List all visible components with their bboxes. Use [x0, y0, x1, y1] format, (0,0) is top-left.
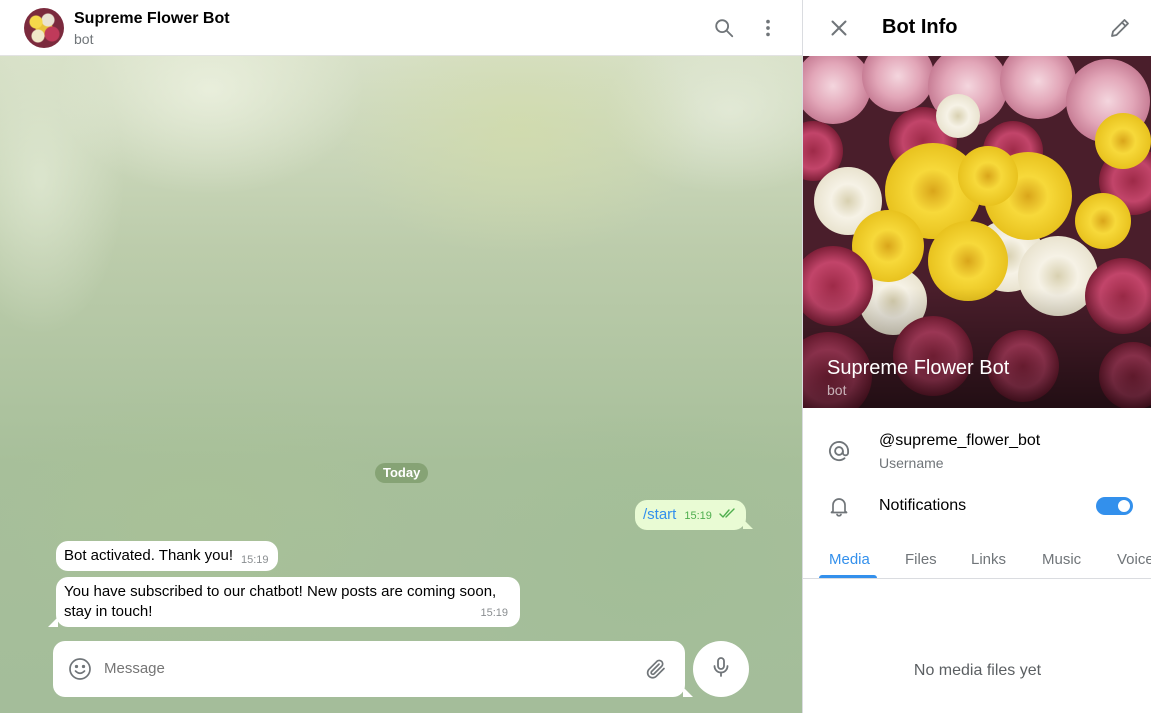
username-row[interactable]: @supreme_flower_bot Username [803, 420, 1151, 480]
profile-name: Supreme Flower Bot [827, 357, 1010, 379]
message-time: 15:19 [480, 607, 508, 619]
media-tabs: Media Files Links Music Voice [803, 540, 1151, 579]
bot-avatar[interactable] [24, 8, 64, 48]
message-time: 15:19 [684, 510, 712, 522]
search-icon[interactable] [712, 16, 736, 40]
message-text-line: You have subscribed to our chatbot! New … [64, 583, 497, 600]
bell-icon [825, 492, 853, 520]
notifications-toggle[interactable] [1096, 497, 1133, 515]
username-value[interactable]: @supreme_flower_bot [879, 432, 1040, 450]
message-composer[interactable] [53, 641, 693, 697]
profile-photo[interactable] [803, 56, 1151, 408]
notifications-label: Notifications [879, 497, 967, 514]
close-icon[interactable] [827, 16, 851, 40]
username-label: Username [879, 455, 944, 471]
emoji-icon[interactable] [68, 657, 92, 681]
bot-info-panel: Bot Info Supreme Flower Bot bot @supreme… [802, 0, 1151, 713]
chat-status: bot [74, 31, 94, 47]
date-separator: Today [375, 463, 429, 483]
tab-media[interactable]: Media [829, 551, 870, 568]
attach-icon[interactable] [644, 657, 668, 681]
read-checks-icon [719, 505, 737, 525]
microphone-icon [709, 655, 733, 684]
edit-pencil-icon[interactable] [1108, 16, 1132, 40]
tab-voice[interactable]: Voice [1117, 551, 1151, 568]
more-vertical-icon[interactable] [756, 16, 780, 40]
bubble-tail [48, 617, 58, 627]
photo-overlay [803, 288, 1151, 408]
at-sign-icon [825, 437, 853, 465]
message-outgoing[interactable]: /start 15:19 [635, 500, 747, 530]
message-text[interactable]: /start [643, 506, 676, 523]
message-input[interactable] [104, 660, 624, 677]
chat-column: Supreme Flower Bot bot Today /start 15:19… [0, 0, 802, 713]
empty-media-text: No media files yet [913, 662, 1042, 679]
message-incoming[interactable]: Bot activated. Thank you! 15:19 [56, 541, 278, 571]
message-text: Bot activated. Thank you! [64, 547, 233, 564]
tab-music[interactable]: Music [1042, 551, 1081, 568]
microphone-button[interactable] [693, 641, 749, 697]
tab-links[interactable]: Links [971, 551, 1006, 568]
message-incoming[interactable]: You have subscribed to our chatbot! New … [56, 577, 520, 627]
message-time: 15:19 [241, 554, 269, 566]
panel-header: Bot Info [803, 0, 1151, 56]
chat-header[interactable]: Supreme Flower Bot bot [0, 0, 802, 56]
composer-tail [683, 687, 693, 697]
active-tab-indicator [819, 575, 877, 578]
message-text-line: stay in touch! [64, 603, 153, 620]
chat-title[interactable]: Supreme Flower Bot [74, 10, 230, 28]
bubble-tail [743, 519, 753, 529]
toggle-knob [1116, 498, 1132, 514]
panel-title: Bot Info [882, 16, 958, 38]
tab-files[interactable]: Files [905, 551, 937, 568]
profile-status: bot [827, 382, 847, 398]
